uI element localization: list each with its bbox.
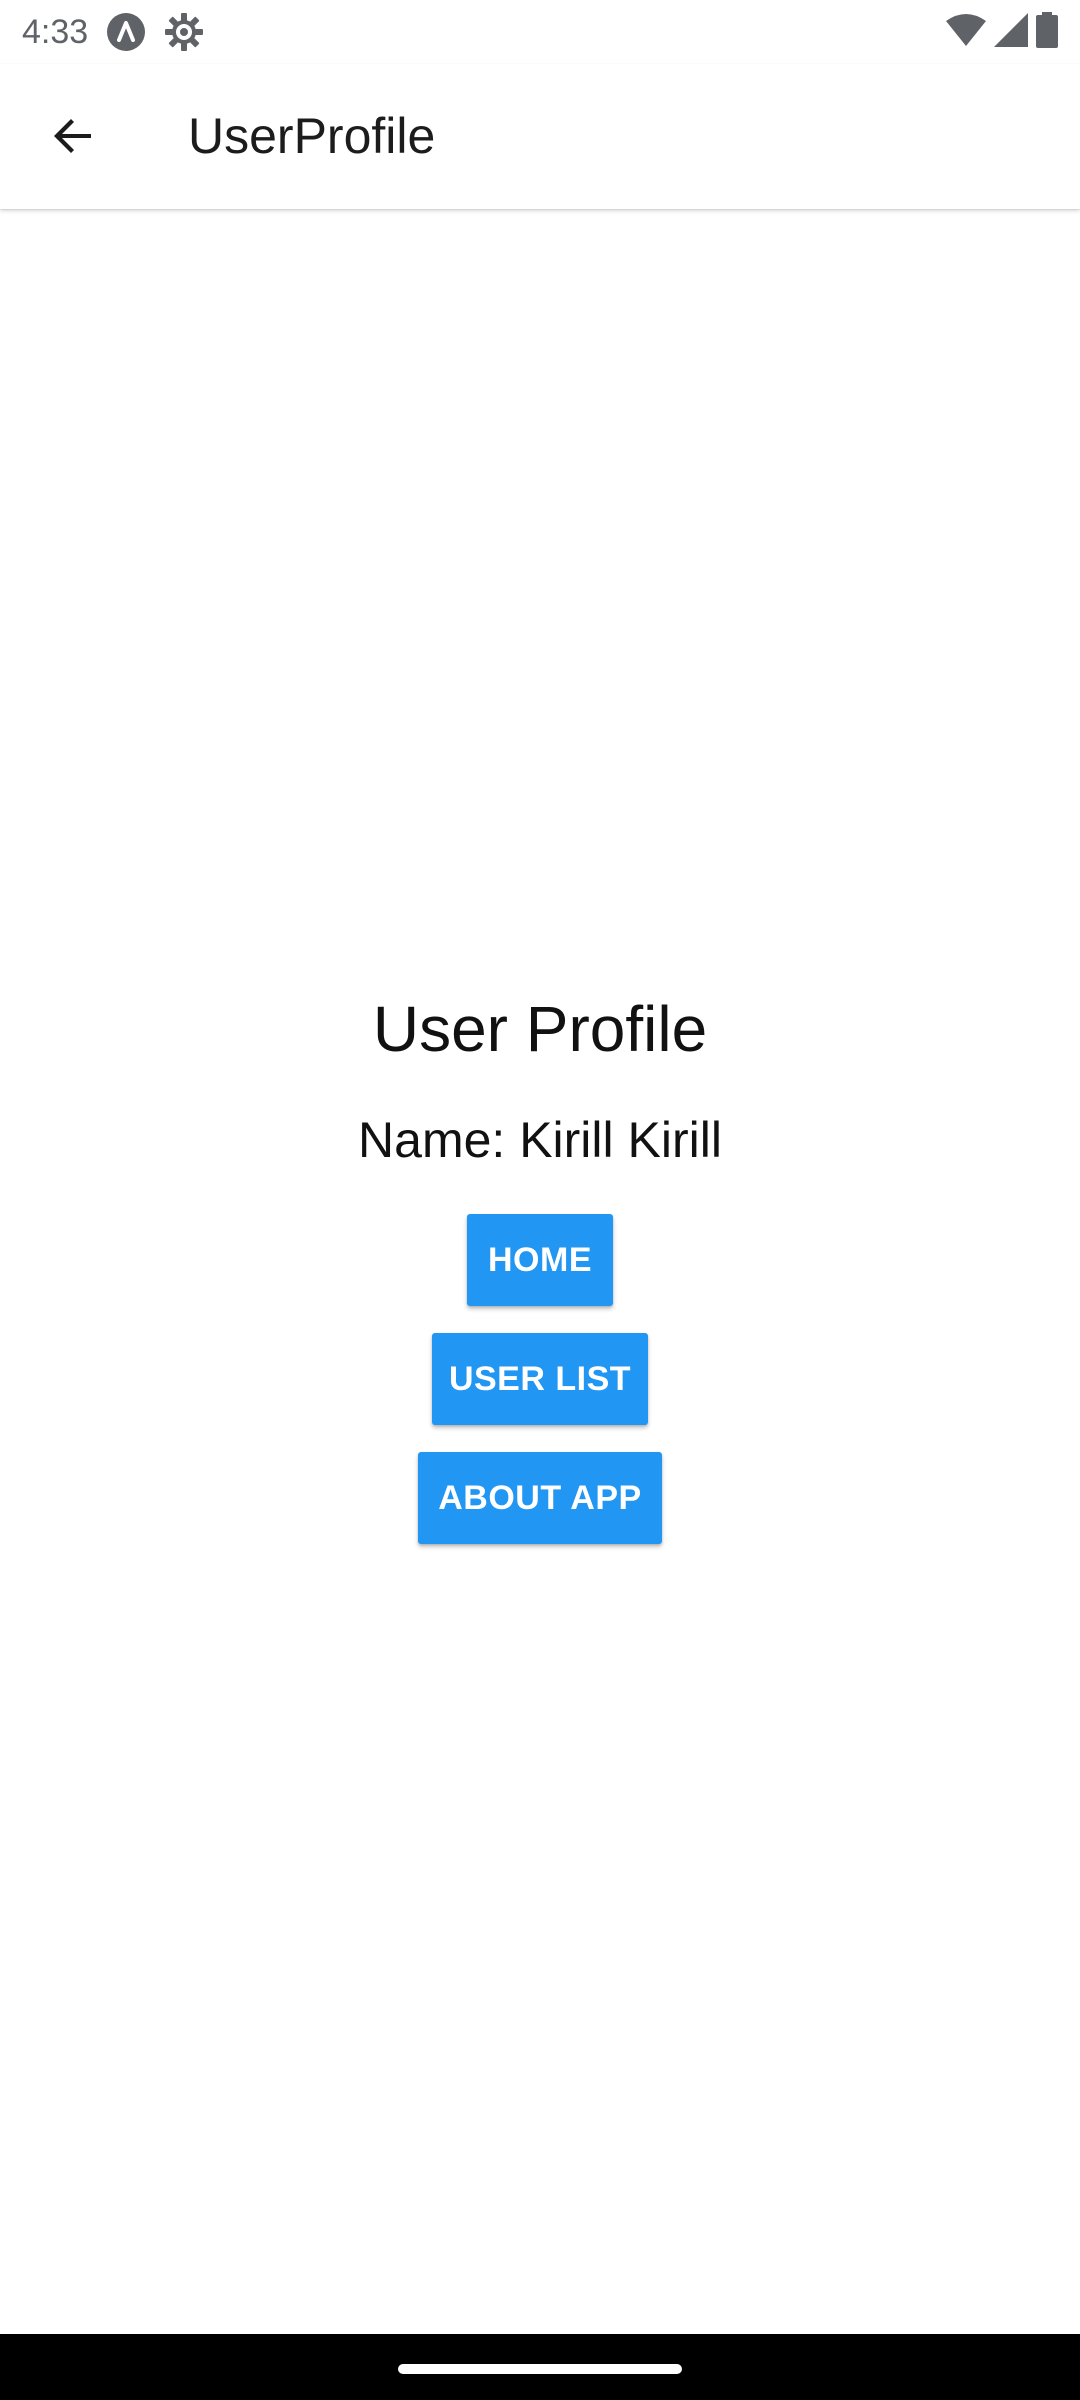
status-time: 4:33 (22, 13, 89, 51)
about-app-button[interactable]: ABOUT APP (418, 1452, 662, 1544)
cell-signal-icon (994, 12, 1028, 52)
status-right-icons (946, 11, 1058, 53)
user-list-button[interactable]: USER LIST (432, 1333, 648, 1425)
home-gesture-handle[interactable] (398, 2364, 682, 2374)
system-nav-bar (0, 2334, 1080, 2400)
back-button[interactable] (28, 98, 118, 178)
app-bar-title: UserProfile (188, 108, 436, 164)
arrow-back-icon (49, 112, 97, 165)
status-bar: 4:33 (0, 0, 1080, 64)
wifi-icon (946, 13, 986, 52)
app-bar: UserProfile (0, 64, 1080, 209)
page-title: User Profile (372, 993, 708, 1065)
automation-a-icon (106, 12, 146, 52)
screen: 4:33 UserProfile User Profile Name: Kiri… (0, 0, 1080, 2400)
battery-icon (1036, 11, 1058, 53)
home-button[interactable]: HOME (467, 1214, 613, 1306)
profile-content: User Profile Name: Kirill Kirill HOME US… (0, 209, 1080, 2334)
user-name-text: Name: Kirill Kirill (358, 1112, 722, 1168)
settings-gear-icon (164, 12, 204, 52)
